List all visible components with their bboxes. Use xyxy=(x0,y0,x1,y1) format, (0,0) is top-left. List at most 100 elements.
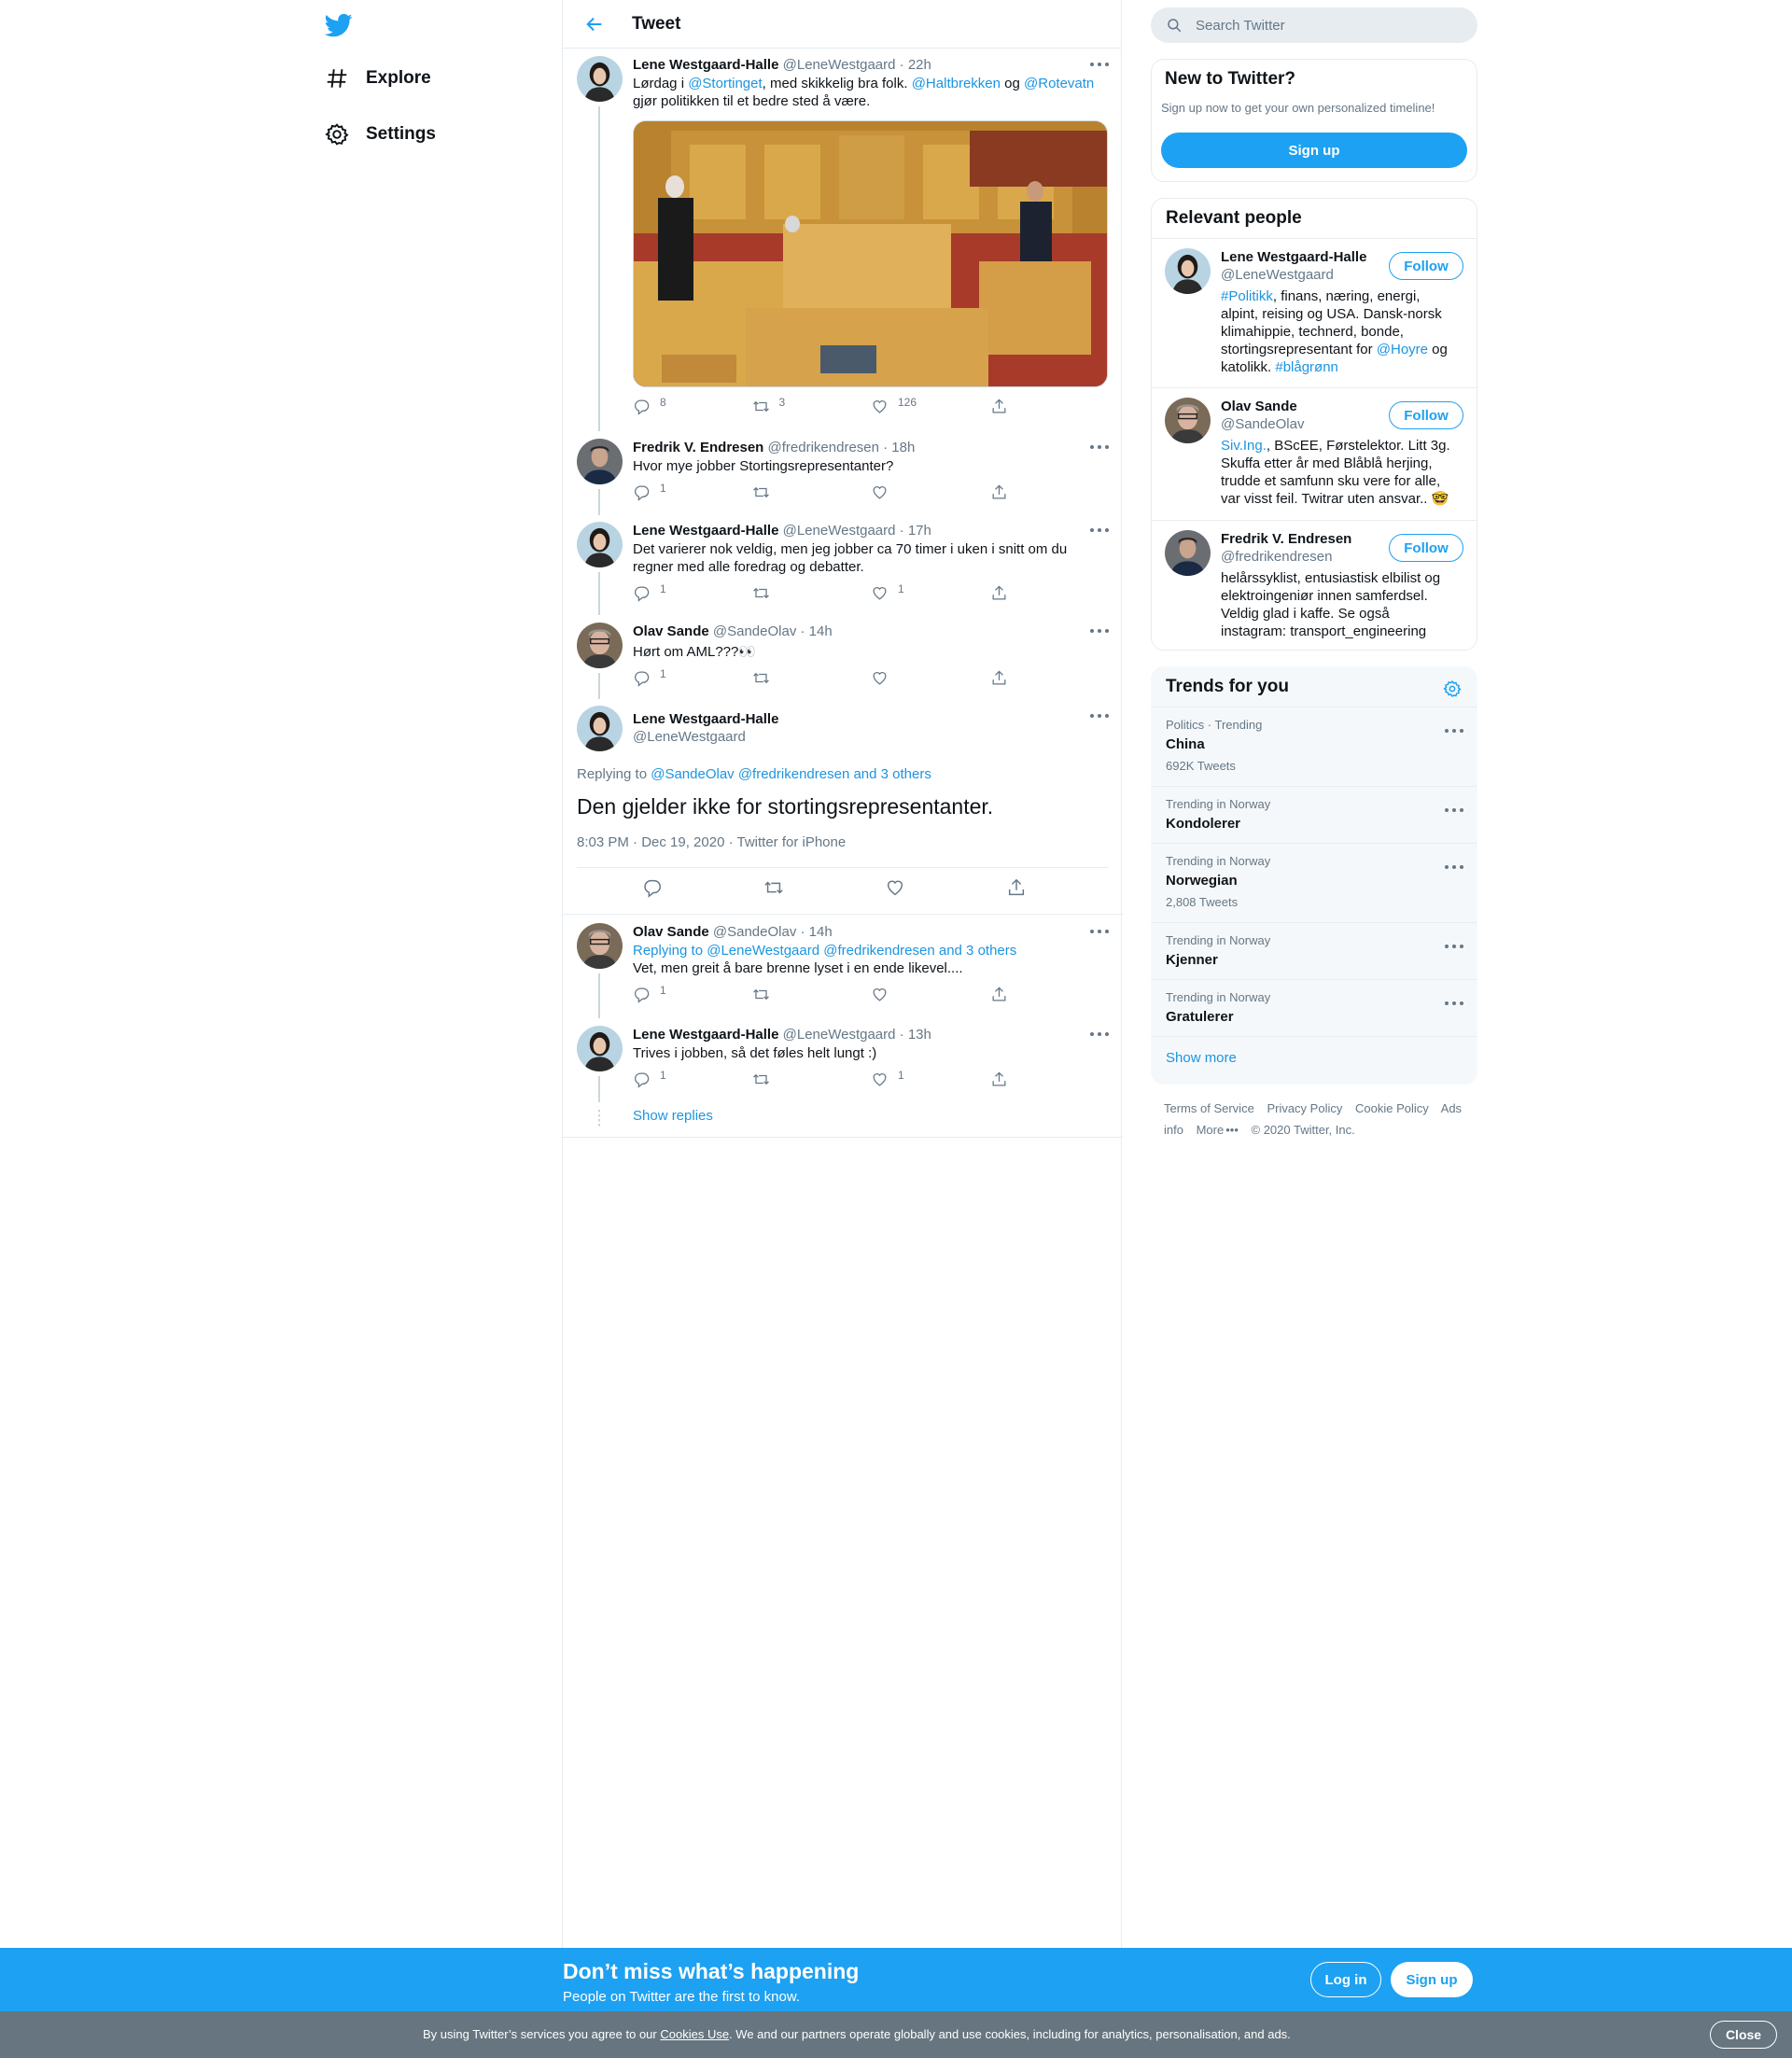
cookies-use-link[interactable]: Cookies Use xyxy=(660,2027,729,2041)
like-button[interactable] xyxy=(871,483,990,501)
show-more-link[interactable]: Show more xyxy=(1166,1050,1237,1066)
person-item[interactable]: Lene Westgaard-Halle @LeneWestgaard Foll… xyxy=(1152,238,1477,387)
share-button[interactable] xyxy=(990,669,1110,687)
twitter-logo-icon[interactable] xyxy=(324,11,355,41)
person-item[interactable]: Fredrik V. Endresen @fredrikendresen Fol… xyxy=(1152,520,1477,650)
author-name[interactable]: Olav Sande xyxy=(633,623,709,639)
retweet-button[interactable]: 3 xyxy=(752,396,872,415)
follow-button[interactable]: Follow xyxy=(1389,401,1463,429)
reply-button[interactable]: 1 xyxy=(633,582,752,602)
mention-link[interactable]: @Haltbrekken xyxy=(912,76,1001,91)
close-button[interactable]: Close xyxy=(1710,2021,1777,2049)
more-options-icon[interactable] xyxy=(1090,925,1109,938)
trend-item[interactable]: Trending in Norway Norwegian 2,808 Tweet… xyxy=(1152,843,1477,922)
author-handle[interactable]: @LeneWestgaard xyxy=(783,523,896,539)
trend-item[interactable]: Trending in Norway Gratulerer xyxy=(1152,979,1477,1036)
footer-more[interactable]: More ••• xyxy=(1197,1123,1239,1137)
like-button[interactable]: 126 xyxy=(871,396,990,415)
more-options-icon[interactable] xyxy=(1090,1028,1109,1041)
author-handle[interactable]: @fredrikendresen xyxy=(768,440,879,455)
footer-link[interactable]: Privacy Policy xyxy=(1267,1101,1342,1115)
more-options-icon[interactable] xyxy=(1090,524,1109,537)
nav-settings[interactable]: Settings xyxy=(323,116,510,153)
hashtag-link[interactable]: #blågrønn xyxy=(1275,359,1338,375)
tweet[interactable]: Olav Sande @SandeOlav · 14h Replying to … xyxy=(563,916,1123,1018)
avatar[interactable] xyxy=(577,1026,623,1071)
nav-explore[interactable]: Explore xyxy=(323,60,510,97)
tweet-time[interactable]: · 17h xyxy=(900,523,931,539)
author-handle[interactable]: @LeneWestgaard xyxy=(783,57,896,73)
mention-link[interactable]: @Rotevatn xyxy=(1024,76,1094,91)
sign-up-button[interactable]: Sign up xyxy=(1161,133,1467,168)
author-handle[interactable]: @LeneWestgaard xyxy=(783,1027,896,1043)
share-button[interactable] xyxy=(1006,877,1043,909)
author-handle[interactable]: @SandeOlav xyxy=(713,924,796,940)
avatar[interactable] xyxy=(577,923,623,969)
reply-button[interactable]: 1 xyxy=(633,667,752,687)
avatar[interactable] xyxy=(577,706,623,751)
tweet[interactable]: Fredrik V. Endresen @fredrikendresen · 1… xyxy=(563,431,1123,515)
retweet-button[interactable] xyxy=(763,877,801,909)
tweet-photo[interactable] xyxy=(633,120,1108,387)
mention-link[interactable]: @Stortinget xyxy=(688,76,762,91)
tweet[interactable]: Lene Westgaard-Halle @LeneWestgaard · 13… xyxy=(563,1018,1123,1102)
tweet-time[interactable]: · 14h xyxy=(801,623,833,639)
author-name[interactable]: Lene Westgaard-Halle xyxy=(633,57,778,73)
more-options-icon[interactable] xyxy=(1090,709,1109,722)
like-button[interactable] xyxy=(871,669,990,687)
like-button[interactable]: 1 xyxy=(871,1069,990,1088)
author-name[interactable]: Olav Sande xyxy=(633,924,709,940)
signup-button[interactable]: Sign up xyxy=(1391,1962,1473,1997)
more-options-icon[interactable] xyxy=(1090,58,1109,71)
back-arrow-icon[interactable] xyxy=(581,11,608,37)
reply-button[interactable]: 1 xyxy=(633,984,752,1003)
tweet-time[interactable]: · 13h xyxy=(900,1027,931,1043)
hashtag-link[interactable]: #Politikk xyxy=(1221,288,1273,304)
search-bar[interactable] xyxy=(1151,7,1477,43)
tweet-metadata[interactable]: 8:03 PM · Dec 19, 2020 · Twitter for iPh… xyxy=(577,834,846,850)
author-name[interactable]: Lene Westgaard-Halle xyxy=(633,1027,778,1043)
avatar[interactable] xyxy=(577,522,623,567)
tweet-time[interactable]: · 22h xyxy=(900,57,931,73)
follow-button[interactable]: Follow xyxy=(1389,252,1463,280)
avatar[interactable] xyxy=(1165,398,1211,443)
replying-to-link[interactable]: @SandeOlav @fredrikendresen and 3 others xyxy=(651,766,931,782)
more-options-icon[interactable] xyxy=(1445,997,1463,1010)
bio-link[interactable]: Siv.Ing. xyxy=(1221,438,1267,454)
author-handle[interactable]: @LeneWestgaard xyxy=(633,729,746,745)
more-options-icon[interactable] xyxy=(1445,940,1463,953)
more-options-icon[interactable] xyxy=(1445,724,1463,737)
like-button[interactable] xyxy=(885,877,922,909)
settings-gear-icon[interactable] xyxy=(1443,679,1463,700)
retweet-button[interactable] xyxy=(752,584,872,602)
tweet[interactable]: Lene Westgaard-Halle @LeneWestgaard · 17… xyxy=(563,514,1123,615)
reply-button[interactable]: 1 xyxy=(633,482,752,501)
retweet-button[interactable] xyxy=(752,669,872,687)
share-button[interactable] xyxy=(990,483,1110,501)
footer-link[interactable]: Terms of Service xyxy=(1164,1101,1254,1115)
tweet[interactable]: Olav Sande @SandeOlav · 14h Hørt om AML?… xyxy=(563,615,1123,699)
search-input[interactable] xyxy=(1196,17,1448,34)
retweet-button[interactable] xyxy=(752,986,872,1003)
mention-link[interactable]: @Hoyre xyxy=(1377,342,1428,357)
like-button[interactable]: 1 xyxy=(871,582,990,602)
more-options-icon[interactable] xyxy=(1090,441,1109,454)
more-options-icon[interactable] xyxy=(1090,624,1109,637)
reply-button[interactable]: 8 xyxy=(633,396,752,415)
avatar[interactable] xyxy=(577,623,623,668)
person-item[interactable]: Olav Sande @SandeOlav Follow Siv.Ing., B… xyxy=(1152,387,1477,520)
reply-button[interactable] xyxy=(642,877,679,909)
author-name[interactable]: Lene Westgaard-Halle xyxy=(633,711,778,727)
follow-button[interactable]: Follow xyxy=(1389,534,1463,562)
author-handle[interactable]: @SandeOlav xyxy=(713,623,796,639)
trend-item[interactable]: Trending in Norway Kondolerer xyxy=(1152,786,1477,843)
trend-item[interactable]: Trending in Norway Kjenner xyxy=(1152,922,1477,979)
share-button[interactable] xyxy=(990,584,1110,602)
author-name[interactable]: Lene Westgaard-Halle xyxy=(633,523,778,539)
reply-button[interactable]: 1 xyxy=(633,1069,752,1088)
more-options-icon[interactable] xyxy=(1445,804,1463,817)
author-name[interactable]: Fredrik V. Endresen xyxy=(633,440,763,455)
avatar[interactable] xyxy=(1165,530,1211,576)
avatar[interactable] xyxy=(577,439,623,484)
footer-link[interactable]: Cookie Policy xyxy=(1355,1101,1429,1115)
